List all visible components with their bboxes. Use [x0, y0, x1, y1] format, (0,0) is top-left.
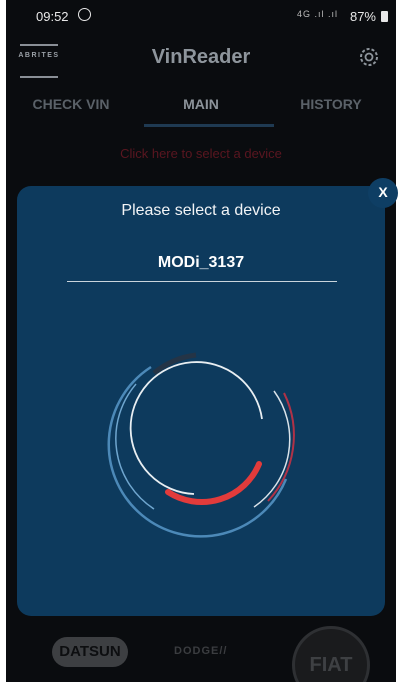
datsun-logo: DATSUN: [52, 637, 128, 667]
tab-bar: CHECK VIN MAIN HISTORY: [6, 84, 396, 128]
fiat-logo: FIAT: [292, 626, 370, 682]
close-button[interactable]: X: [368, 178, 398, 208]
divider: [67, 281, 337, 282]
settings-gear-icon[interactable]: [356, 44, 382, 70]
status-time: 09:52: [36, 9, 69, 24]
loading-spinner: [107, 352, 295, 538]
app-bar: ABRITES VinReader: [6, 34, 396, 84]
tab-history[interactable]: HISTORY: [266, 96, 396, 112]
spinner-arc-inner: [129, 361, 263, 495]
dialog-title: Please select a device: [121, 202, 281, 219]
brand-strip: DATSUN DODGE// FIAT: [6, 612, 396, 682]
tab-check-vin[interactable]: CHECK VIN: [6, 96, 136, 112]
device-select-dialog: Please select a device MODi_3137: [17, 186, 385, 616]
spinner-arc-red: [165, 461, 262, 505]
battery-icon: [381, 11, 388, 22]
select-device-link[interactable]: Click here to select a device: [6, 146, 396, 161]
status-bar: 09:52 4G .ıl .ıl 87%: [6, 0, 396, 34]
signal-icon: 4G .ıl .ıl: [296, 9, 338, 19]
tab-main[interactable]: MAIN: [136, 96, 266, 112]
battery-percent: 87%: [349, 9, 376, 24]
device-list-item[interactable]: MODi_3137: [17, 254, 385, 272]
tab-selected-indicator: [144, 124, 274, 127]
spinner-arc-dark: [152, 352, 197, 375]
alarm-icon: [78, 8, 91, 21]
dodge-logo: DODGE//: [174, 645, 228, 657]
app-title: VinReader: [151, 46, 251, 68]
